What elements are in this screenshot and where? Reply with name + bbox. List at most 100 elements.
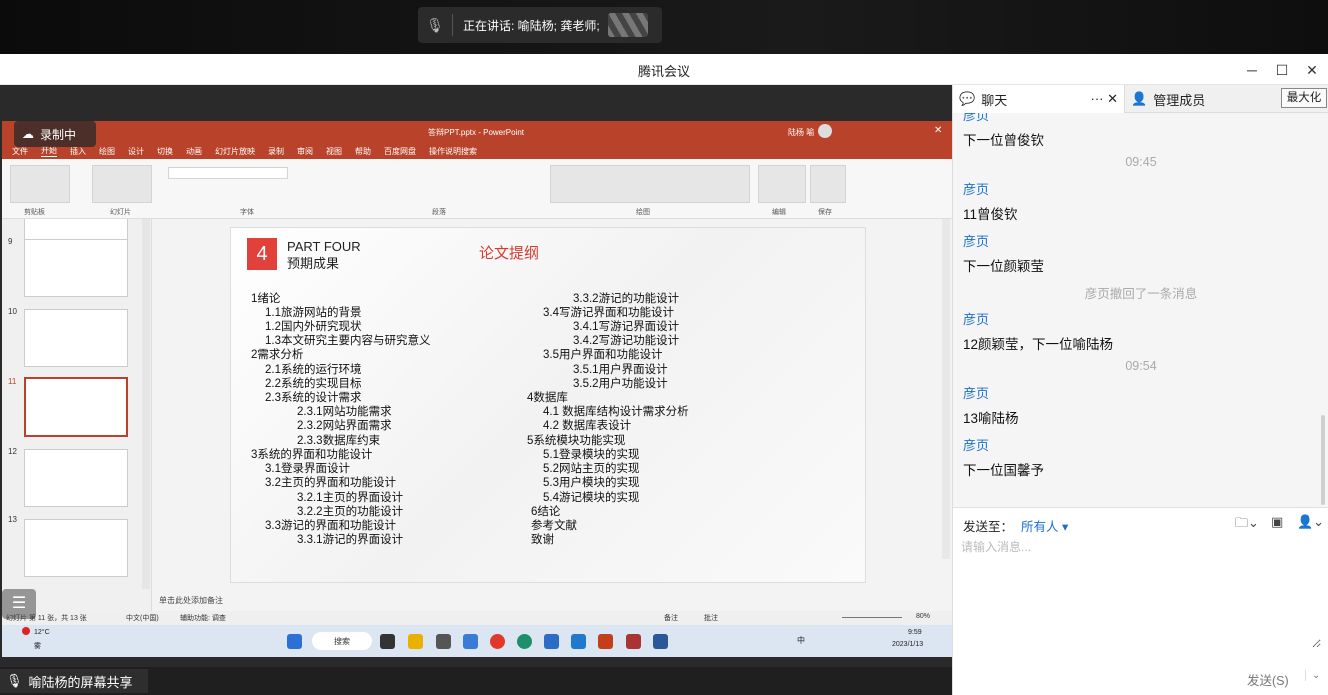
photos-icon[interactable] xyxy=(463,634,478,649)
accessibility[interactable]: 辅助功能: 调查 xyxy=(180,613,226,623)
message-sender[interactable]: 彦页 xyxy=(963,179,989,198)
powerpoint-window: 答辩PPT.pptx - PowerPoint 陆杨 喻 ✕ 文件 开始 插入 … xyxy=(2,121,952,657)
message-sender[interactable]: 彦页 xyxy=(963,435,989,454)
ribbon-group-drawing: 绘图 xyxy=(636,209,650,216)
taskbar-search[interactable]: 搜索 xyxy=(312,632,372,650)
folder-icon[interactable]: 🗀⌄ xyxy=(1235,514,1259,536)
window-title: 腾讯会议 xyxy=(637,64,690,79)
menu-slideshow[interactable]: 幻灯片放映 xyxy=(215,146,255,157)
menu-view[interactable]: 视图 xyxy=(326,146,342,157)
slide-thumb-9[interactable] xyxy=(24,239,128,297)
tab-options-icon[interactable]: ··· ✕ xyxy=(1091,91,1119,107)
clipboard-tools[interactable] xyxy=(10,165,70,203)
ime-indicator[interactable]: 中 xyxy=(797,635,805,646)
speaking-text: 正在讲话: 喻陆杨; 龚老师; xyxy=(463,18,600,33)
comments-button[interactable]: 批注 xyxy=(704,613,718,623)
windows-start-icon[interactable] xyxy=(287,634,302,649)
message-list[interactable]: 彦页 下一位曾俊钦 09:45 彦页 11曾俊钦 彦页 下一位颜颖莹 彦页撤回了… xyxy=(953,113,1328,507)
section-title: PART FOUR 预期成果 xyxy=(287,238,361,272)
message-sender[interactable]: 彦页 xyxy=(963,231,989,250)
notes-pane[interactable]: 单击此处添加备注 xyxy=(157,589,947,611)
word-icon[interactable] xyxy=(653,634,668,649)
outline-item: 3.2主页的界面和功能设计 xyxy=(265,477,396,489)
meeting-window: 腾讯会议 ─ ☐ ✕ 答辩PPT.pptx - PowerPoint 陆杨 喻 … xyxy=(0,54,1328,695)
slide-scrollbar[interactable] xyxy=(942,219,950,559)
menu-file[interactable]: 文件 xyxy=(12,146,28,157)
slide-tools[interactable] xyxy=(92,165,152,203)
menu-help[interactable]: 帮助 xyxy=(355,146,371,157)
menu-record[interactable]: 录制 xyxy=(268,146,284,157)
list-icon[interactable]: ☰ xyxy=(2,589,36,619)
zoom-level[interactable]: 80% xyxy=(916,613,930,620)
clock-date[interactable]: 2023/1/13 xyxy=(892,641,923,648)
font-name-box[interactable] xyxy=(168,167,288,179)
recording-label: 录制中 xyxy=(40,127,77,142)
drawing-tools[interactable] xyxy=(550,165,750,203)
ribbon-group-save: 保存 xyxy=(818,209,832,216)
save-tools[interactable] xyxy=(810,165,846,203)
menu-baidu[interactable]: 百度网盘 xyxy=(384,146,416,157)
section-subtitle: 预期成果 xyxy=(287,256,340,271)
slide-thumb-13[interactable] xyxy=(24,519,128,577)
slide-thumbnails: 9 10 11 12 13 xyxy=(2,219,152,611)
language: 中文(中国) xyxy=(126,615,159,622)
send-to-label: 发送至： xyxy=(963,520,1014,534)
app-icon[interactable] xyxy=(626,634,641,649)
send-button[interactable]: 发送(S) xyxy=(1247,670,1289,689)
task-view-icon[interactable] xyxy=(380,634,395,649)
recording-badge[interactable]: ☁ 录制中 xyxy=(14,121,96,147)
system-message: 彦页撤回了一条消息 xyxy=(1084,287,1198,301)
notes-button[interactable]: 备注 xyxy=(664,613,678,623)
weather-alert-icon xyxy=(22,627,30,635)
thumb-number: 12 xyxy=(8,447,17,456)
menu-search[interactable]: 操作说明搜索 xyxy=(429,146,477,157)
clock-time[interactable]: 9:59 xyxy=(908,629,922,636)
minimize-button[interactable]: ─ xyxy=(1242,60,1262,80)
weather-temp[interactable]: 12°C xyxy=(34,629,50,636)
ppt-close-icon[interactable]: ✕ xyxy=(934,125,942,136)
powerpoint-icon[interactable] xyxy=(598,634,613,649)
font-tools[interactable] xyxy=(170,185,340,197)
message-time: 09:45 xyxy=(1125,155,1157,169)
tab-members-label: 管理成员 xyxy=(1153,92,1206,108)
user-settings-icon[interactable]: 👤⌄ xyxy=(1297,514,1324,530)
menu-design[interactable]: 设计 xyxy=(128,146,144,157)
menu-animations[interactable]: 动画 xyxy=(186,146,202,157)
tab-members[interactable]: 👤 管理成员 xyxy=(1125,85,1285,113)
camera-icon[interactable] xyxy=(436,634,451,649)
menu-insert[interactable]: 插入 xyxy=(70,146,86,157)
paragraph-tools[interactable] xyxy=(352,167,542,197)
message-text: 下一位颜颖莹 xyxy=(963,259,1044,274)
message-time: 09:54 xyxy=(1125,359,1157,373)
chat-scrollbar[interactable] xyxy=(1321,415,1325,505)
close-button[interactable]: ✕ xyxy=(1302,60,1322,80)
message-sender[interactable]: 彦页 xyxy=(963,309,989,328)
slide-thumb-10[interactable] xyxy=(24,309,128,367)
cloud-record-icon: ☁ xyxy=(22,127,34,141)
menu-review[interactable]: 审阅 xyxy=(297,146,313,157)
edge-icon[interactable] xyxy=(517,634,532,649)
outline-item: 4.2 数据库表设计 xyxy=(543,420,632,432)
maximize-button[interactable]: ☐ xyxy=(1272,60,1292,80)
message-text: 11曾俊钦 xyxy=(963,207,1018,222)
zoom-slider[interactable] xyxy=(842,617,902,618)
thumbs-scrollbar[interactable] xyxy=(142,219,150,589)
slide-thumb-12[interactable] xyxy=(24,449,128,507)
outline-item: 3.5用户界面和功能设计 xyxy=(543,349,663,361)
send-options-button[interactable]: ⌄ xyxy=(1305,670,1320,681)
chrome-icon[interactable] xyxy=(490,634,505,649)
file-explorer-icon[interactable] xyxy=(408,634,423,649)
menu-draw[interactable]: 绘图 xyxy=(99,146,115,157)
recipient-select[interactable]: 所有人 ▾ xyxy=(1021,516,1068,535)
weather-desc: 雾 xyxy=(34,643,41,650)
slide-thumb-11[interactable] xyxy=(24,377,128,437)
notice-icon[interactable]: ▣ xyxy=(1271,514,1283,530)
vscode-icon[interactable] xyxy=(571,634,586,649)
message-input[interactable] xyxy=(961,538,1321,648)
message-sender[interactable]: 彦页 xyxy=(963,113,989,124)
menu-transitions[interactable]: 切换 xyxy=(157,146,173,157)
editing-tools[interactable] xyxy=(758,165,806,203)
meeting-app-icon[interactable] xyxy=(544,634,559,649)
tab-chat[interactable]: 💬 聊天 ··· ✕ xyxy=(953,85,1125,113)
message-sender[interactable]: 彦页 xyxy=(963,383,989,402)
